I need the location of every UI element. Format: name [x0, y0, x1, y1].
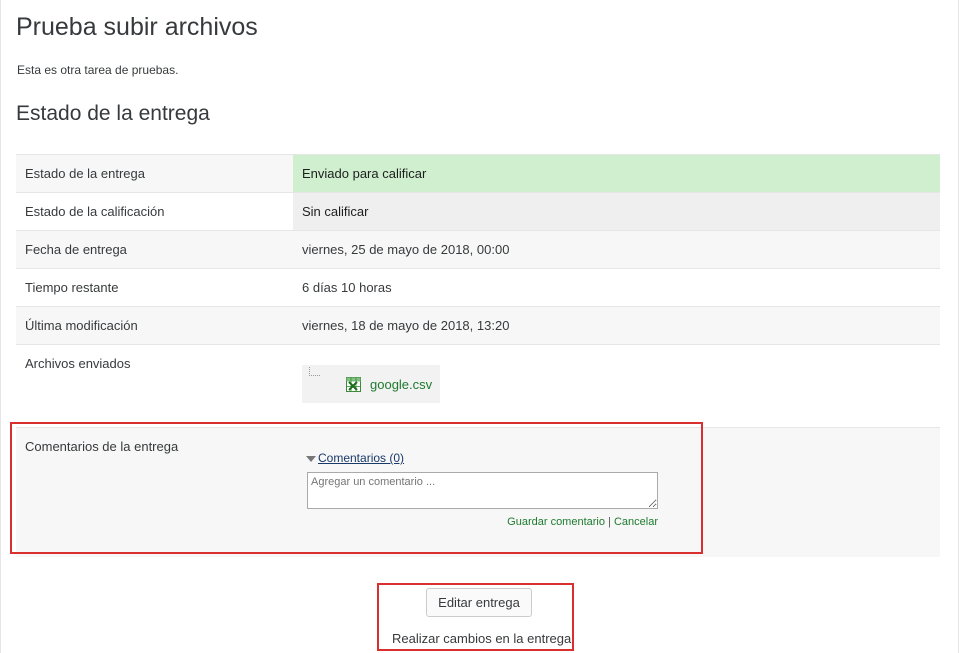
table-row: Fecha de entrega viernes, 25 de mayo de … [16, 230, 940, 268]
last-modified-value: viernes, 18 de mayo de 2018, 13:20 [302, 318, 510, 333]
edit-submission-description: Realizar cambios en la entrega [392, 631, 572, 646]
row-label: Estado de la entrega [25, 166, 145, 181]
row-label: Última modificación [25, 318, 138, 333]
tree-connector [309, 367, 320, 376]
due-date-value: viernes, 25 de mayo de 2018, 00:00 [302, 242, 510, 257]
right-frame-border [958, 0, 959, 653]
grading-status-value: Sin calificar [293, 193, 940, 230]
comments-highlight-box [10, 422, 703, 554]
file-tree: google.csv [302, 365, 440, 403]
row-label: Fecha de entrega [25, 242, 127, 257]
spreadsheet-icon [346, 377, 361, 392]
time-remaining-value: 6 días 10 horas [302, 280, 392, 295]
row-label: Archivos enviados [25, 356, 131, 371]
left-frame-border [0, 0, 1, 653]
submission-status-value: Enviado para calificar [293, 155, 940, 192]
table-row: Última modificación viernes, 18 de mayo … [16, 306, 940, 344]
row-label: Estado de la calificación [25, 204, 165, 219]
table-row: Archivos enviados google.csv [16, 344, 940, 427]
row-label: Tiempo restante [25, 280, 119, 295]
table-row: Estado de la entrega Enviado para califi… [16, 154, 940, 192]
assignment-description: Esta es otra tarea de pruebas. [17, 63, 179, 77]
section-title: Estado de la entrega [16, 102, 210, 125]
edit-submission-button[interactable]: Editar entrega [426, 588, 532, 617]
table-row: Estado de la calificación Sin calificar [16, 192, 940, 230]
file-link[interactable]: google.csv [370, 377, 432, 392]
page-title: Prueba subir archivos [16, 13, 258, 41]
table-row: Tiempo restante 6 días 10 horas [16, 268, 940, 306]
